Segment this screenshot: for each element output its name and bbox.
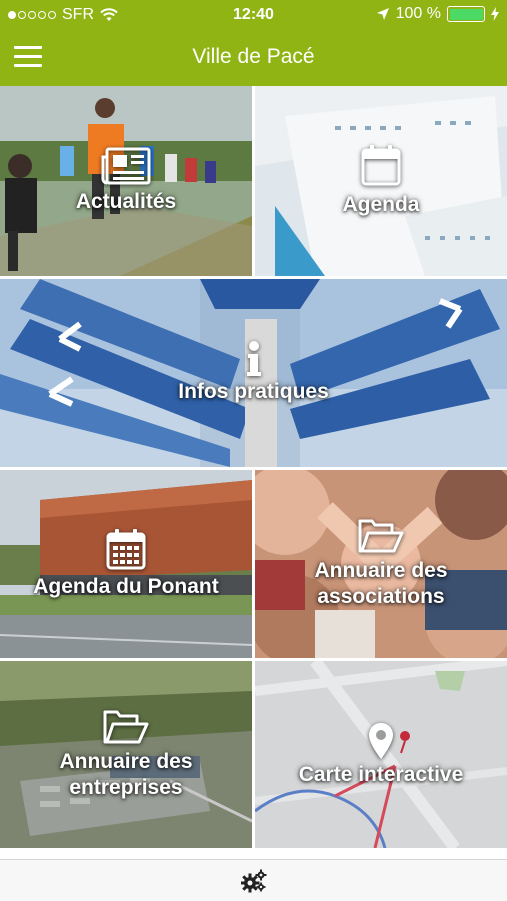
tile-actualites-label: Actualités <box>75 190 177 213</box>
tile-infos-label: Infos pratiques <box>178 380 329 403</box>
tile-associations-label-line-2: associations <box>317 585 445 608</box>
tile-agenda-du-ponant[interactable]: Agenda du Ponant <box>0 470 252 658</box>
tile-infos-pratiques[interactable]: Infos pratiques <box>0 279 507 467</box>
battery-icon <box>447 6 485 22</box>
app-title: Ville de Pacé <box>192 45 315 68</box>
tile-entreprises-label-line-2: entreprises <box>69 775 183 799</box>
tile-annuaire-entreprises[interactable]: Annuaire des entreprises <box>0 661 252 848</box>
tile-infos-content: Infos pratiques <box>0 279 507 467</box>
map-marker-icon <box>369 722 393 759</box>
tiles-grid: Actualités Agenda Infos pratiques Agenda… <box>0 86 507 848</box>
tile-entreprises-label-line-1: Annuaire des <box>59 749 193 773</box>
tile-ponant-content: Agenda du Ponant <box>0 470 252 658</box>
tile-actualites-content: Actualités <box>0 86 252 276</box>
tile-associations-label-line-1: Annuaire des <box>314 559 448 582</box>
navigation-bar: Ville de Pacé <box>0 30 507 86</box>
tile-annuaire-associations[interactable]: Annuaire des associations <box>255 470 507 658</box>
info-icon <box>246 341 261 376</box>
status-bar: SFR 12:40 100 % <box>0 0 507 30</box>
tile-entreprises-label: Annuaire des entreprises <box>59 749 192 801</box>
tile-carte-label: Carte interactive <box>298 762 464 786</box>
folder-open-icon <box>358 519 404 553</box>
tile-entreprises-content: Annuaire des entreprises <box>0 661 252 848</box>
bottom-tab-bar <box>0 859 507 901</box>
status-right: 100 % <box>376 5 499 23</box>
location-arrow-icon <box>376 8 389 20</box>
gears-icon <box>240 869 267 893</box>
tile-ponant-label: Agenda du Ponant <box>33 575 219 598</box>
newspaper-icon <box>101 147 151 185</box>
tile-carte-interactive[interactable]: Carte interactive <box>255 661 507 848</box>
tile-agenda-content: Agenda <box>255 86 507 276</box>
tile-actualites[interactable]: Actualités <box>0 86 252 276</box>
calendar-icon <box>361 145 401 186</box>
settings-button[interactable] <box>240 869 267 893</box>
tile-associations-content: Annuaire des associations <box>255 470 507 658</box>
charging-icon <box>491 7 499 21</box>
tile-agenda[interactable]: Agenda <box>255 86 507 276</box>
folder-open-icon <box>103 710 149 743</box>
tile-agenda-label: Agenda <box>342 193 420 216</box>
calendar-grid-icon <box>106 529 146 570</box>
tile-carte-content: Carte interactive <box>255 661 507 848</box>
tile-associations-label: Annuaire des associations <box>314 558 447 610</box>
battery-percent: 100 % <box>395 5 441 22</box>
